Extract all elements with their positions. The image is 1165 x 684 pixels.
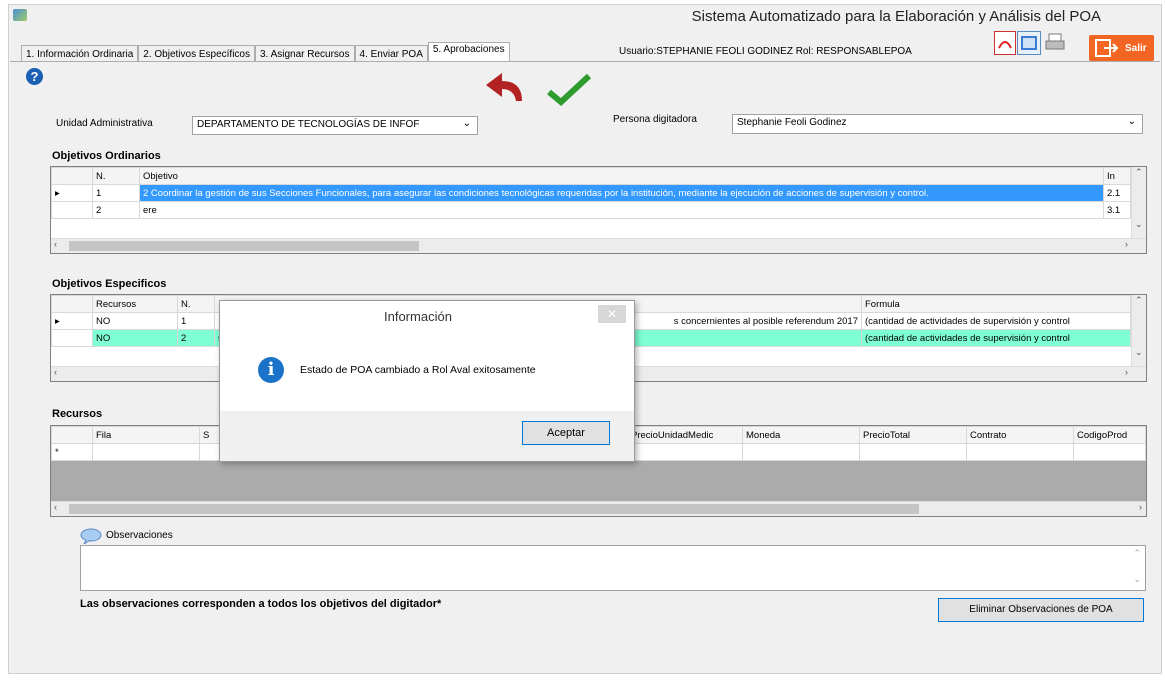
user-info: Usuario:STEPHANIE FEOLI GODINEZ Rol: RES… bbox=[619, 46, 912, 57]
col-header-codigo-prod[interactable]: CodigoProd bbox=[1073, 426, 1146, 444]
vertical-scrollbar[interactable]: ⌃ ⌄ bbox=[1131, 167, 1146, 239]
help-icon[interactable]: ? bbox=[26, 68, 43, 85]
table-row[interactable]: 2 ere 3.1 bbox=[51, 201, 1131, 219]
chevron-down-icon: ⌄ bbox=[1127, 116, 1136, 127]
scroll-left-icon[interactable]: ‹ bbox=[54, 502, 57, 512]
dialog-title-bar: Información ✕ bbox=[220, 301, 634, 331]
persona-digitadora-select[interactable]: Stephanie Feoli Godinez ⌄ bbox=[732, 114, 1143, 134]
approve-check-icon[interactable] bbox=[545, 72, 595, 107]
eliminar-observaciones-button[interactable]: Eliminar Observaciones de POA bbox=[938, 598, 1144, 622]
scroll-thumb[interactable] bbox=[69, 241, 419, 251]
col-header-precio-unidad[interactable]: PrecioUnidadMedic bbox=[627, 426, 743, 444]
objetivos-especificos-title: Objetivos Especificos bbox=[52, 278, 167, 290]
scroll-right-icon[interactable]: › bbox=[1125, 367, 1128, 377]
aceptar-button[interactable]: Aceptar bbox=[522, 421, 610, 445]
close-icon[interactable]: ✕ bbox=[598, 305, 626, 323]
col-header-in[interactable]: In bbox=[1103, 167, 1131, 185]
scroll-right-icon[interactable]: › bbox=[1125, 239, 1128, 249]
scroll-down-icon[interactable]: ⌄ bbox=[1135, 219, 1143, 230]
table-row[interactable]: ▸ 1 2 Coordinar la gestión de sus Seccio… bbox=[51, 184, 1131, 202]
observaciones-textarea[interactable]: ⌃ ⌄ bbox=[80, 545, 1146, 591]
unidad-administrativa-select[interactable]: DEPARTAMENTO DE TECNOLOGÍAS DE INFOF ⌄ bbox=[192, 116, 478, 135]
col-header-contrato[interactable]: Contrato bbox=[966, 426, 1074, 444]
col-header-moneda[interactable]: Moneda bbox=[742, 426, 860, 444]
grid-header-row: N. Objetivo In bbox=[51, 167, 1131, 185]
speech-bubble-icon bbox=[80, 528, 102, 546]
observaciones-label: Observaciones bbox=[106, 530, 173, 541]
dialog-message: Estado de POA cambiado a Rol Aval exitos… bbox=[300, 364, 536, 376]
horizontal-scrollbar[interactable]: ‹ › bbox=[51, 238, 1146, 253]
exit-icon bbox=[1095, 39, 1119, 57]
app-icon bbox=[13, 9, 27, 21]
window-title: Sistema Automatizado para la Elaboración… bbox=[691, 8, 1101, 25]
col-header-fila[interactable]: Fila bbox=[92, 426, 200, 444]
col-header-precio-total[interactable]: PrecioTotal bbox=[859, 426, 967, 444]
scroll-up-icon[interactable]: ⌃ bbox=[1135, 167, 1143, 178]
scroll-thumb[interactable] bbox=[69, 504, 919, 514]
vertical-scrollbar[interactable]: ⌃ ⌄ bbox=[1131, 295, 1146, 367]
objetivos-ordinarios-title: Objetivos Ordinarios bbox=[52, 150, 161, 162]
col-header-n[interactable]: N. bbox=[92, 167, 140, 185]
salir-button[interactable]: Salir bbox=[1089, 35, 1154, 61]
scroll-right-icon[interactable]: › bbox=[1139, 502, 1142, 512]
pdf-icon[interactable] bbox=[994, 31, 1016, 55]
observaciones-note: Las observaciones corresponden a todos l… bbox=[80, 598, 442, 610]
scroll-left-icon[interactable]: ‹ bbox=[54, 367, 57, 377]
info-icon: i bbox=[258, 357, 284, 383]
scroll-down-icon[interactable]: ⌄ bbox=[1133, 574, 1141, 585]
scroll-down-icon[interactable]: ⌄ bbox=[1135, 347, 1143, 358]
col-header-formula[interactable]: Formula bbox=[861, 295, 1131, 313]
scroll-up-icon[interactable]: ⌃ bbox=[1135, 295, 1143, 306]
persona-digitadora-value: Stephanie Feoli Godinez bbox=[737, 117, 847, 128]
excel-icon[interactable] bbox=[1017, 31, 1041, 55]
salir-label: Salir bbox=[1125, 43, 1147, 54]
horizontal-scrollbar[interactable]: ‹ › bbox=[51, 501, 1146, 516]
unidad-administrativa-label: Unidad Administrativa bbox=[56, 118, 153, 129]
scroll-up-icon[interactable]: ⌃ bbox=[1133, 548, 1141, 559]
col-header-recursos[interactable]: Recursos bbox=[92, 295, 178, 313]
print-icon[interactable] bbox=[1044, 31, 1066, 53]
row-indicator-icon: ▸ bbox=[51, 184, 93, 202]
objetivos-ordinarios-grid[interactable]: N. Objetivo In ▸ 1 2 Coordinar la gestió… bbox=[50, 166, 1147, 254]
col-header-n[interactable]: N. bbox=[177, 295, 215, 313]
chevron-down-icon: ⌄ bbox=[462, 118, 471, 129]
persona-digitadora-label: Persona digitadora bbox=[613, 114, 697, 125]
information-dialog: Información ✕ i Estado de POA cambiado a… bbox=[219, 300, 635, 462]
return-arrow-icon[interactable] bbox=[482, 67, 532, 107]
recursos-title: Recursos bbox=[52, 408, 103, 420]
row-indicator-icon: ▸ bbox=[51, 312, 93, 330]
scroll-left-icon[interactable]: ‹ bbox=[54, 239, 57, 249]
col-header-objetivo[interactable]: Objetivo bbox=[139, 167, 1104, 185]
new-row-icon: * bbox=[51, 443, 93, 461]
unidad-administrativa-value: DEPARTAMENTO DE TECNOLOGÍAS DE INFOF bbox=[197, 119, 420, 130]
dialog-title: Información bbox=[384, 309, 452, 324]
